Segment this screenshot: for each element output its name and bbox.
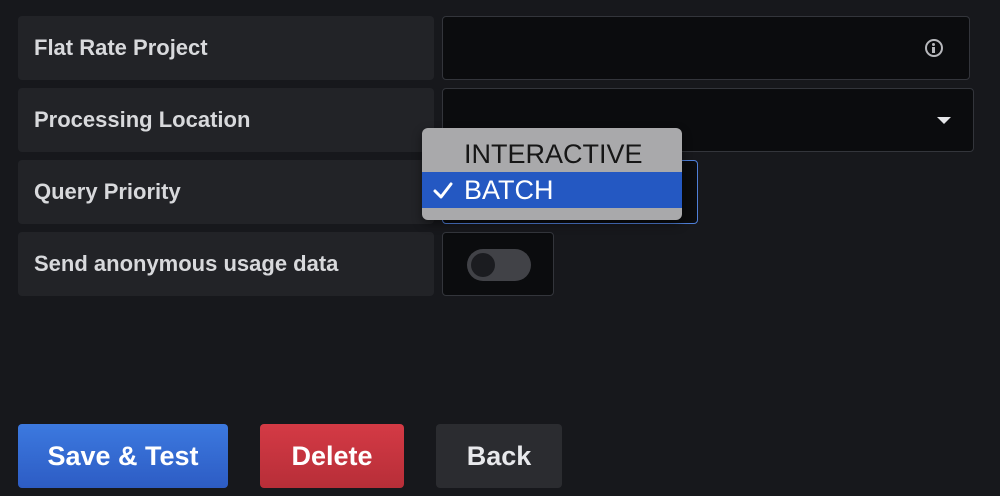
usage-data-toggle[interactable]: [467, 249, 531, 281]
query-priority-dropdown-menu: INTERACTIVE BATCH: [422, 128, 682, 220]
query-priority-label-text: Query Priority: [34, 179, 181, 204]
flat-rate-project-input[interactable]: [442, 16, 970, 80]
processing-location-label: Processing Location: [18, 88, 434, 152]
datasource-settings-form: Flat Rate Project Processing Location Qu…: [0, 0, 1000, 496]
flat-rate-project-label-text: Flat Rate Project: [34, 35, 208, 60]
toggle-knob: [471, 253, 495, 277]
save-and-test-button[interactable]: Save & Test: [18, 424, 228, 488]
dropdown-option-label: BATCH: [464, 174, 554, 205]
processing-location-label-text: Processing Location: [34, 107, 251, 132]
info-icon[interactable]: [925, 39, 943, 57]
dropdown-option-batch[interactable]: BATCH: [422, 172, 682, 208]
save-and-test-button-label: Save & Test: [47, 440, 199, 471]
flat-rate-project-label: Flat Rate Project: [18, 16, 434, 80]
usage-data-label: Send anonymous usage data: [18, 232, 434, 296]
back-button[interactable]: Back: [436, 424, 562, 488]
usage-data-toggle-container: [442, 232, 554, 296]
dropdown-option-label: INTERACTIVE: [464, 138, 643, 169]
delete-button-label: Delete: [291, 440, 373, 471]
back-button-label: Back: [466, 440, 532, 471]
caret-down-icon[interactable]: [937, 117, 951, 124]
check-icon: [433, 182, 453, 199]
dropdown-option-interactive[interactable]: INTERACTIVE: [422, 136, 682, 172]
usage-data-label-text: Send anonymous usage data: [34, 251, 339, 276]
query-priority-label: Query Priority: [18, 160, 434, 224]
delete-button[interactable]: Delete: [260, 424, 404, 488]
